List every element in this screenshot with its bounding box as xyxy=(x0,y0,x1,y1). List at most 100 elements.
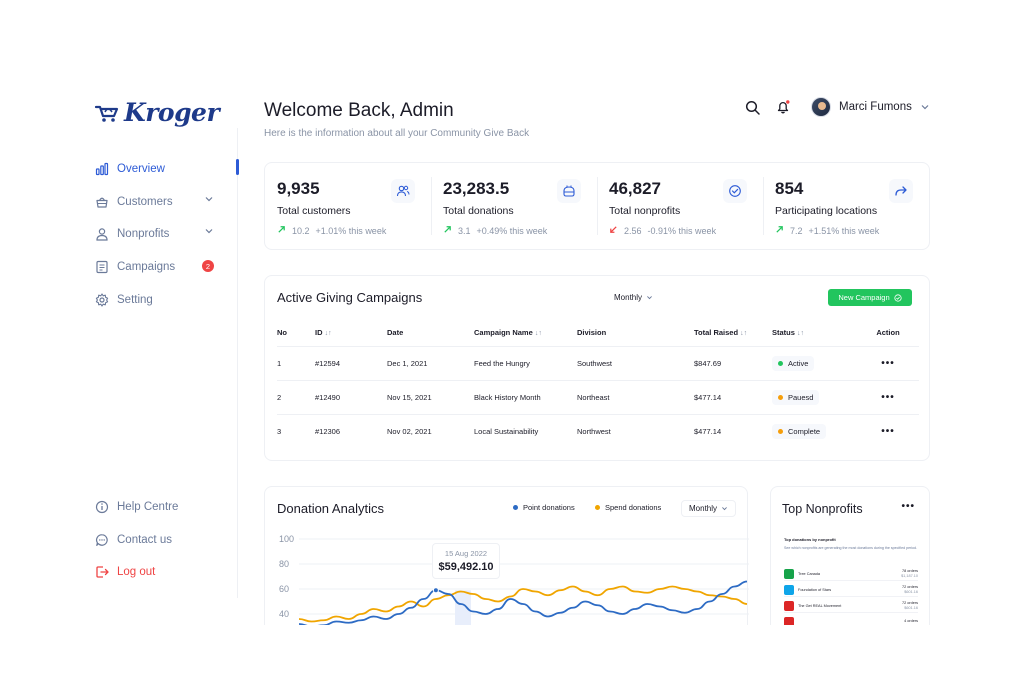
new-campaign-button[interactable]: New Campaign xyxy=(828,289,912,306)
status-dot xyxy=(778,360,783,366)
highlight-point[interactable] xyxy=(432,587,439,594)
analytics-period-select[interactable]: Monthly xyxy=(681,500,737,517)
nonprofit-row[interactable]: Tree Canada 78 orders $1,187.10 xyxy=(784,567,918,581)
mini-title: Top donations by nonprofit xyxy=(784,537,836,542)
stat-label: Total nonprofits xyxy=(609,205,681,217)
cart-icon xyxy=(94,105,119,122)
sort-icon: ↓↑ xyxy=(740,330,748,338)
cell-status: Complete xyxy=(772,414,857,448)
status-label: Active xyxy=(788,358,809,368)
sidebar-item-customers[interactable]: Customers xyxy=(94,190,224,214)
trend-up-icon xyxy=(443,225,452,236)
period-value: Monthly xyxy=(689,504,718,513)
cell-raised: $477.14 xyxy=(694,380,772,415)
top-nonprofits-title: Top Nonprofits xyxy=(782,502,863,516)
nonprofit-amount: $601.16 xyxy=(904,589,918,594)
more-icon[interactable]: ••• xyxy=(881,426,895,437)
mini-subtitle: See which nonprofits are generating the … xyxy=(784,546,918,550)
nonprofit-logo-icon xyxy=(784,568,794,579)
user-menu[interactable]: Marci Fumons xyxy=(811,97,930,117)
table-row[interactable]: 3 #12306 Nov 02, 2021 Local Sustainability N… xyxy=(277,414,919,448)
nonprofit-orders: 4 orders xyxy=(904,619,918,623)
nonprofit-amount: $601.16 xyxy=(904,605,918,610)
trend-value: 3.1 xyxy=(458,225,471,236)
status-badge: Complete xyxy=(772,423,827,439)
nonprofit-row[interactable]: The Get REAL Movement 72 orders $601.16 xyxy=(784,599,918,613)
cell-division: Southwest xyxy=(577,346,694,381)
campaigns-title: Active Giving Campaigns xyxy=(277,290,423,305)
chevron-down-icon xyxy=(921,105,929,110)
check-circle-icon xyxy=(723,179,747,203)
active-indicator xyxy=(236,159,239,175)
sidebar-item-label: Log out xyxy=(117,566,156,579)
period-value: Monthly xyxy=(614,293,643,302)
trend-down-icon xyxy=(609,225,618,236)
legend-spend: Spend donations xyxy=(595,503,661,512)
legend-dot xyxy=(595,505,600,510)
column-header-total-raised[interactable]: Total Raised ↓↑ xyxy=(694,320,772,347)
campaigns-count-badge: 2 xyxy=(202,260,214,273)
nonprofit-stats: 4 orders xyxy=(904,619,918,624)
column-header-date: Date xyxy=(387,320,474,347)
kroger-logo[interactable]: Kroger xyxy=(94,98,220,127)
stat-total-donations: 23,283.5 Total donations 3.1 +0.49% this we… xyxy=(431,163,597,249)
sidebar-item-campaigns[interactable]: Campaigns 2 xyxy=(94,255,224,279)
stat-label: Participating locations xyxy=(775,205,878,217)
stat-total-customers: 9,935 Total customers 10.2 +1.01% this week xyxy=(265,163,431,249)
analytics-card: Donation Analytics Point donations Spend… xyxy=(264,486,749,637)
cell-action: ••• xyxy=(857,346,919,381)
column-header-id[interactable]: ID ↓↑ xyxy=(315,320,387,347)
donation-icon xyxy=(557,179,581,203)
stat-trend: 2.56 -0.91% this week xyxy=(609,225,751,236)
sidebar-item-overview[interactable]: Overview xyxy=(94,157,224,181)
donation-chart xyxy=(299,538,749,637)
analytics-title: Donation Analytics xyxy=(277,501,384,516)
check-circle-icon xyxy=(894,293,902,302)
legend-point: Point donations xyxy=(513,503,575,512)
column-header-campaign-name[interactable]: Campaign Name ↓↑ xyxy=(474,320,577,347)
gear-icon xyxy=(94,292,109,307)
sidebar-item-label: Nonprofits xyxy=(117,228,170,241)
cell-raised: $477.14 xyxy=(694,426,722,436)
status-dot xyxy=(778,428,783,434)
top-nonprofits-card: Top Nonprofits ••• Top donations by nonp… xyxy=(770,486,930,636)
bell-icon[interactable] xyxy=(775,99,791,115)
nonprofit-orders: 78 orders xyxy=(901,568,918,573)
chat-icon xyxy=(94,532,109,547)
sidebar-item-nonprofits[interactable]: Nonprofits xyxy=(94,222,224,246)
trend-up-icon xyxy=(775,225,784,236)
sort-icon: ↓↑ xyxy=(324,330,332,338)
status-label: Complete xyxy=(788,426,821,436)
cell-id: #12594 xyxy=(315,346,387,381)
sidebar-item-contact-us[interactable]: Contact us xyxy=(94,528,224,552)
sidebar-item-log-out[interactable]: Log out xyxy=(94,560,224,584)
search-icon[interactable] xyxy=(745,100,761,116)
basket-icon xyxy=(94,194,109,209)
tooltip-date: 15 Aug 2022 xyxy=(444,549,488,558)
sidebar-item-setting[interactable]: Setting xyxy=(94,288,224,312)
table-row[interactable]: 1 #12594 Dec 1, 2021 Feed the Hungry Southwe… xyxy=(277,346,919,381)
brand-name: Kroger xyxy=(124,98,220,127)
legend-dot xyxy=(513,505,518,510)
status-badge: Pauesd xyxy=(772,389,820,405)
user-icon xyxy=(94,227,109,242)
trend-text: -0.91% this week xyxy=(647,225,717,236)
trend-text: +1.01% this week xyxy=(315,225,387,236)
more-icon[interactable]: ••• xyxy=(901,501,915,512)
nonprofit-amount: $1,187.10 xyxy=(901,573,918,578)
stat-trend: 10.2 +1.01% this week xyxy=(277,225,419,236)
cell-date: Nov 15, 2021 xyxy=(387,380,474,415)
sort-icon: ↓↑ xyxy=(534,330,542,338)
table-row[interactable]: 2 #12490 Nov 15, 2021 Black History Month No… xyxy=(277,380,919,415)
trend-up-icon xyxy=(277,225,286,236)
column-header-status[interactable]: Status ↓↑ xyxy=(772,320,857,347)
more-icon[interactable]: ••• xyxy=(881,392,895,403)
nonprofit-row[interactable]: Foundation of Stars 72 orders $601.16 xyxy=(784,583,918,597)
cell-action: ••• xyxy=(857,380,919,415)
sort-icon: ↓↑ xyxy=(797,330,805,338)
y-tick: 40 xyxy=(279,609,290,619)
column-label: Status xyxy=(772,328,795,338)
campaigns-period-select[interactable]: Monthly xyxy=(607,290,660,305)
more-icon[interactable]: ••• xyxy=(881,358,895,369)
sidebar-item-help-centre[interactable]: Help Centre xyxy=(94,495,224,519)
